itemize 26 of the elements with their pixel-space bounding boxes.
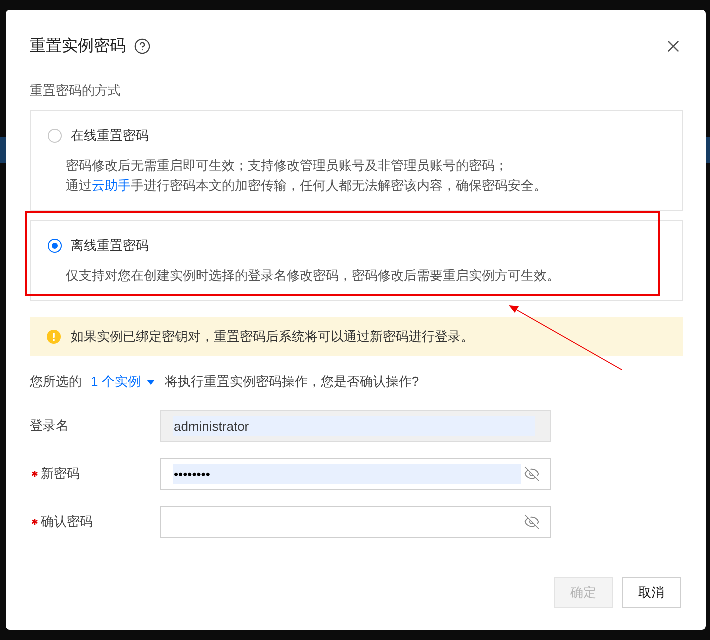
field-label: 确认密码	[41, 513, 93, 531]
radio-button[interactable]	[48, 239, 62, 253]
section-label: 重置密码的方式	[30, 82, 122, 100]
password-field[interactable]	[160, 506, 551, 538]
field-label: 登录名	[30, 417, 69, 435]
dialog-title: 重置实例密码	[30, 36, 126, 56]
password-field[interactable]: ••••••••	[160, 458, 551, 490]
option-description: 密码修改后无需重启即可生效；支持修改管理员账号及非管理员账号的密码；	[66, 157, 509, 175]
field-label: 新密码	[41, 465, 80, 483]
radio-button[interactable]	[48, 129, 62, 143]
option-title: 离线重置密码	[71, 237, 149, 255]
inline-link[interactable]: 云助手	[92, 178, 131, 193]
caret-icon	[146, 380, 155, 384]
instance-dropdown[interactable]: 1 个实例	[91, 373, 155, 391]
cancel-button[interactable]: 取消	[622, 577, 681, 608]
eye-off-icon[interactable]	[524, 466, 540, 482]
option-title: 在线重置密码	[71, 127, 149, 145]
confirm-text: 将执行重置实例密码操作，您是否确认操作?	[164, 373, 420, 391]
help-icon[interactable]	[134, 38, 151, 54]
option-card[interactable]: 在线重置密码 密码修改后无需重启即可生效；支持修改管理员账号及非管理员账号的密码； 通过云助手手进行密码本文的加密传输，任何人都无法解密该内容，确保密码安全。	[30, 110, 683, 211]
eye-off-icon[interactable]	[524, 514, 540, 530]
option-description: 通过云助手手进行密码本文的加密传输，任何人都无法解密该内容，确保密码安全。	[66, 177, 548, 195]
option-card[interactable]: 离线重置密码 仅支持对您在创建实例时选择的登录名修改密码，密码修改后需要重启实例方可生效。	[30, 220, 683, 301]
option-description: 仅支持对您在创建实例时选择的登录名修改密码，密码修改后需要重启实例方可生效。	[66, 267, 561, 285]
confirm-prefix: 您所选的	[30, 373, 82, 391]
alert-text: 如果实例已绑定密钥对，重置密码后系统将可以通过新密码进行登录。	[71, 328, 474, 346]
